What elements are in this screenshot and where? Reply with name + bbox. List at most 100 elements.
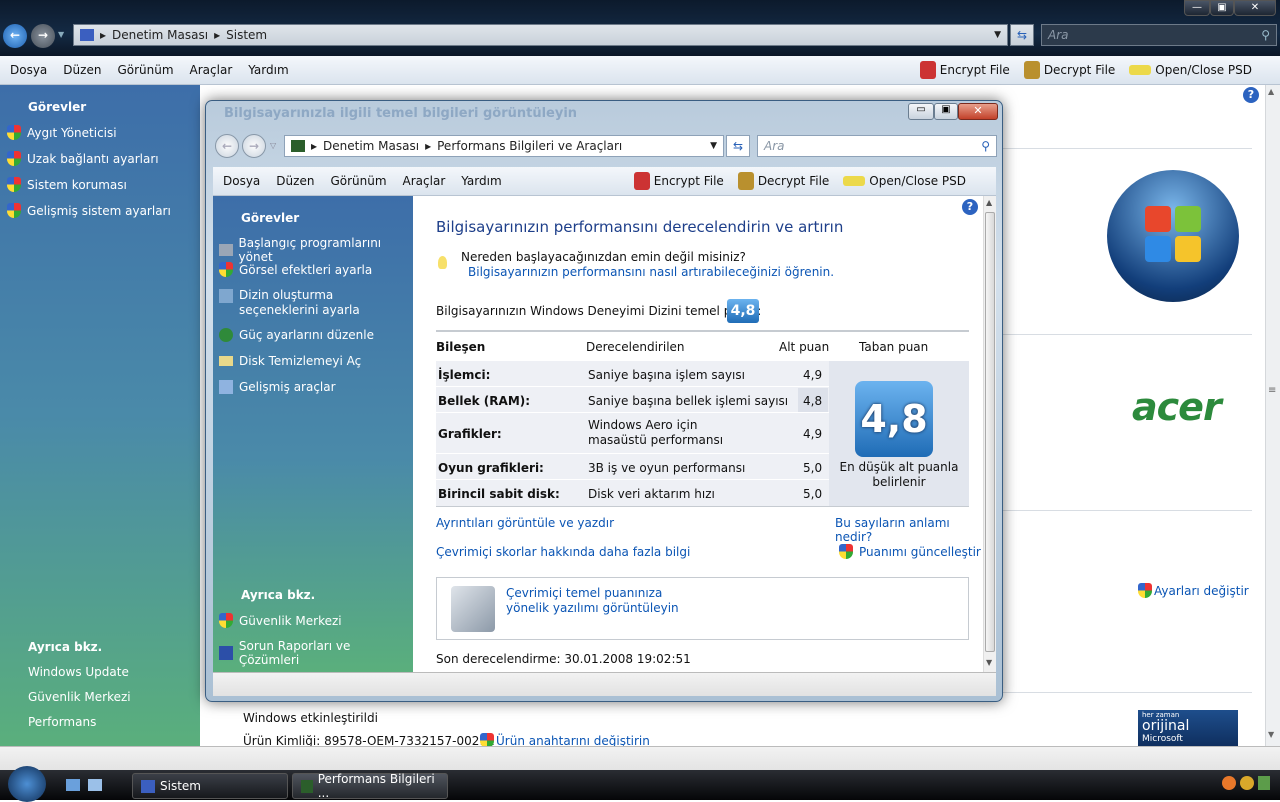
tray-network-icon[interactable] bbox=[1258, 776, 1270, 790]
outer-menubar: Dosya Düzen Görünüm Araçlar Yardım Encry… bbox=[0, 56, 1280, 85]
tip-link[interactable]: Bilgisayarınızın performansını nasıl art… bbox=[468, 265, 834, 279]
sidebar-item-remote[interactable]: Uzak bağlantı ayarları bbox=[7, 151, 159, 166]
col-header-subscore: Alt puan bbox=[779, 340, 830, 354]
change-settings-link[interactable]: Ayarları değiştir bbox=[1138, 583, 1249, 598]
shield-icon bbox=[1138, 583, 1152, 598]
taskbar-item-performance[interactable]: Performans Bilgileri ... bbox=[292, 772, 448, 800]
maximize-button[interactable]: ▣ bbox=[1210, 0, 1234, 16]
dropdown-icon[interactable]: ▼ bbox=[710, 141, 717, 151]
taskbar: Sistem Performans Bilgileri ... bbox=[0, 766, 1280, 802]
address-bar[interactable]: ▸ Denetim Masası ▸ Performans Bilgileri ve… bbox=[284, 135, 724, 157]
history-dropdown-icon[interactable]: ▽ bbox=[270, 141, 276, 150]
dropdown-icon[interactable]: ▼ bbox=[994, 30, 1001, 40]
taskbar-item-sistem[interactable]: Sistem bbox=[132, 773, 288, 799]
scroll-thumb[interactable] bbox=[985, 212, 995, 652]
unlock-icon bbox=[737, 172, 754, 190]
open-close-psd-button[interactable]: Open/Close PSD bbox=[843, 172, 966, 190]
open-close-psd-button[interactable]: Open/Close PSD bbox=[1129, 61, 1252, 79]
menu-gorunum[interactable]: Görünüm bbox=[330, 174, 386, 188]
help-icon[interactable]: ? bbox=[1243, 87, 1259, 103]
table-row: Grafikler: Windows Aero için masaüstü per… bbox=[436, 413, 829, 454]
lock-icon bbox=[633, 172, 650, 190]
forward-button[interactable]: → bbox=[31, 24, 55, 48]
chevron-icon: ▸ bbox=[214, 28, 221, 42]
problem-reports-icon bbox=[219, 646, 233, 660]
history-dropdown-icon[interactable]: ▼ bbox=[58, 30, 64, 39]
sidebar-item-security-center[interactable]: Güvenlik Merkezi bbox=[28, 690, 131, 704]
sidebar-item-device-manager[interactable]: Aygıt Yöneticisi bbox=[7, 125, 117, 140]
decrypt-file-button[interactable]: Decrypt File bbox=[1023, 61, 1115, 79]
address-bar[interactable]: ▸ Denetim Masası ▸ Sistem ▼ bbox=[73, 24, 1008, 46]
sidebar-item-advanced-tools[interactable]: Gelişmiş araçlar bbox=[219, 380, 336, 394]
refresh-button[interactable]: ⇆ bbox=[726, 135, 750, 157]
lightbulb-icon bbox=[438, 256, 447, 269]
control-panel-icon bbox=[80, 29, 94, 41]
sidebar-item-disk-cleanup[interactable]: Disk Temizlemeyi Aç bbox=[219, 354, 361, 368]
table-row: İşlemci: Saniye başına işlem sayısı 4,9 bbox=[436, 361, 829, 387]
show-desktop-icon[interactable] bbox=[66, 779, 80, 791]
chevron-icon: ▸ bbox=[425, 139, 432, 153]
start-button[interactable] bbox=[8, 766, 46, 802]
search-icon[interactable]: ⚲ bbox=[981, 139, 990, 153]
drive-icon bbox=[843, 176, 866, 186]
back-button[interactable]: ← bbox=[215, 134, 239, 158]
decrypt-file-button[interactable]: Decrypt File bbox=[737, 172, 829, 190]
base-score-note: En düşük alt puanla belirlenir bbox=[839, 460, 959, 489]
search-icon[interactable]: ⚲ bbox=[1261, 28, 1270, 42]
genuine-badge-line: Microsoft bbox=[1142, 734, 1183, 744]
tray-firefox-icon[interactable] bbox=[1222, 776, 1236, 790]
menu-yardim[interactable]: Yardım bbox=[248, 63, 288, 77]
sidebar-item-advanced[interactable]: Gelişmiş sistem ayarları bbox=[7, 203, 171, 218]
menu-gorunum[interactable]: Görünüm bbox=[117, 63, 173, 77]
help-icon[interactable]: ? bbox=[962, 199, 978, 215]
sidebar-item-indexing[interactable]: Dizin oluşturma seçeneklerini ayarla bbox=[219, 288, 409, 318]
tray-security-icon[interactable] bbox=[1240, 776, 1254, 790]
close-button[interactable]: ✕ bbox=[1234, 0, 1276, 16]
encrypt-file-button[interactable]: Encrypt File bbox=[633, 172, 724, 190]
maximize-button[interactable]: ▣ bbox=[934, 103, 958, 120]
search-input[interactable]: Ara ⚲ bbox=[757, 135, 997, 157]
encrypt-file-button[interactable]: Encrypt File bbox=[919, 61, 1010, 79]
sidebar-item-power[interactable]: Güç ayarlarını düzenle bbox=[219, 328, 374, 342]
disk-cleanup-icon bbox=[219, 356, 233, 366]
back-button[interactable]: ← bbox=[3, 24, 27, 48]
shield-icon bbox=[839, 544, 853, 559]
sidebar-item-visual-effects[interactable]: Görsel efektleri ayarla bbox=[219, 262, 372, 277]
window-scrollbar[interactable]: ▲ ▼ bbox=[983, 196, 996, 672]
sidebar-item-problem-reports[interactable]: Sorun Raporları ve Çözümleri bbox=[219, 639, 413, 667]
divider bbox=[1000, 148, 1252, 149]
menu-yardim[interactable]: Yardım bbox=[461, 174, 501, 188]
last-rated: Son derecelendirme: 30.01.2008 19:02:51 bbox=[436, 652, 691, 666]
menu-araclar[interactable]: Araçlar bbox=[403, 174, 446, 188]
sidebar-item-startup-programs[interactable]: Başlangıç programlarını yönet bbox=[219, 236, 413, 264]
forward-button[interactable]: → bbox=[242, 134, 266, 158]
online-scores-link[interactable]: Çevrimiçi skorlar hakkında daha fazla bi… bbox=[436, 545, 690, 559]
update-score-link[interactable]: Puanımı güncelleştir bbox=[839, 544, 981, 559]
breadcrumb-item[interactable]: Sistem bbox=[226, 28, 267, 42]
sidebar-item-system-protection[interactable]: Sistem koruması bbox=[7, 177, 127, 192]
view-print-details-link[interactable]: Ayrıntıları görüntüle ve yazdır bbox=[436, 516, 614, 530]
sidebar-item-performance[interactable]: Performans bbox=[28, 715, 96, 729]
menu-dosya[interactable]: Dosya bbox=[10, 63, 47, 77]
shield-icon bbox=[7, 177, 21, 192]
menu-araclar[interactable]: Araçlar bbox=[190, 63, 233, 77]
control-panel-icon bbox=[141, 779, 155, 793]
minimize-button[interactable]: — bbox=[1184, 0, 1210, 16]
sidebar-item-windows-update[interactable]: Windows Update bbox=[28, 665, 129, 679]
search-input[interactable]: Ara ⚲ bbox=[1041, 24, 1277, 46]
performance-icon bbox=[291, 140, 305, 152]
breadcrumb-item[interactable]: Denetim Masası bbox=[323, 139, 419, 153]
switch-windows-icon[interactable] bbox=[88, 779, 102, 791]
breadcrumb-item[interactable]: Performans Bilgileri ve Araçları bbox=[437, 139, 622, 153]
menu-duzen[interactable]: Düzen bbox=[276, 174, 314, 188]
outer-scrollbar[interactable]: ▲ ≡ ▼ bbox=[1265, 85, 1280, 746]
view-software-link[interactable]: Çevrimiçi temel puanınıza yönelik yazılı… bbox=[506, 586, 706, 616]
breadcrumb-item[interactable]: Denetim Masası bbox=[112, 28, 208, 42]
menu-dosya[interactable]: Dosya bbox=[223, 174, 260, 188]
sidebar-item-security-center[interactable]: Güvenlik Merkezi bbox=[219, 613, 342, 628]
refresh-button[interactable]: ⇆ bbox=[1010, 24, 1034, 46]
what-numbers-mean-link[interactable]: Bu sayıların anlamı nedir? bbox=[835, 516, 983, 544]
minimize-button[interactable]: ▭ bbox=[908, 103, 934, 120]
menu-duzen[interactable]: Düzen bbox=[63, 63, 101, 77]
close-button[interactable]: ✕ bbox=[958, 103, 998, 120]
